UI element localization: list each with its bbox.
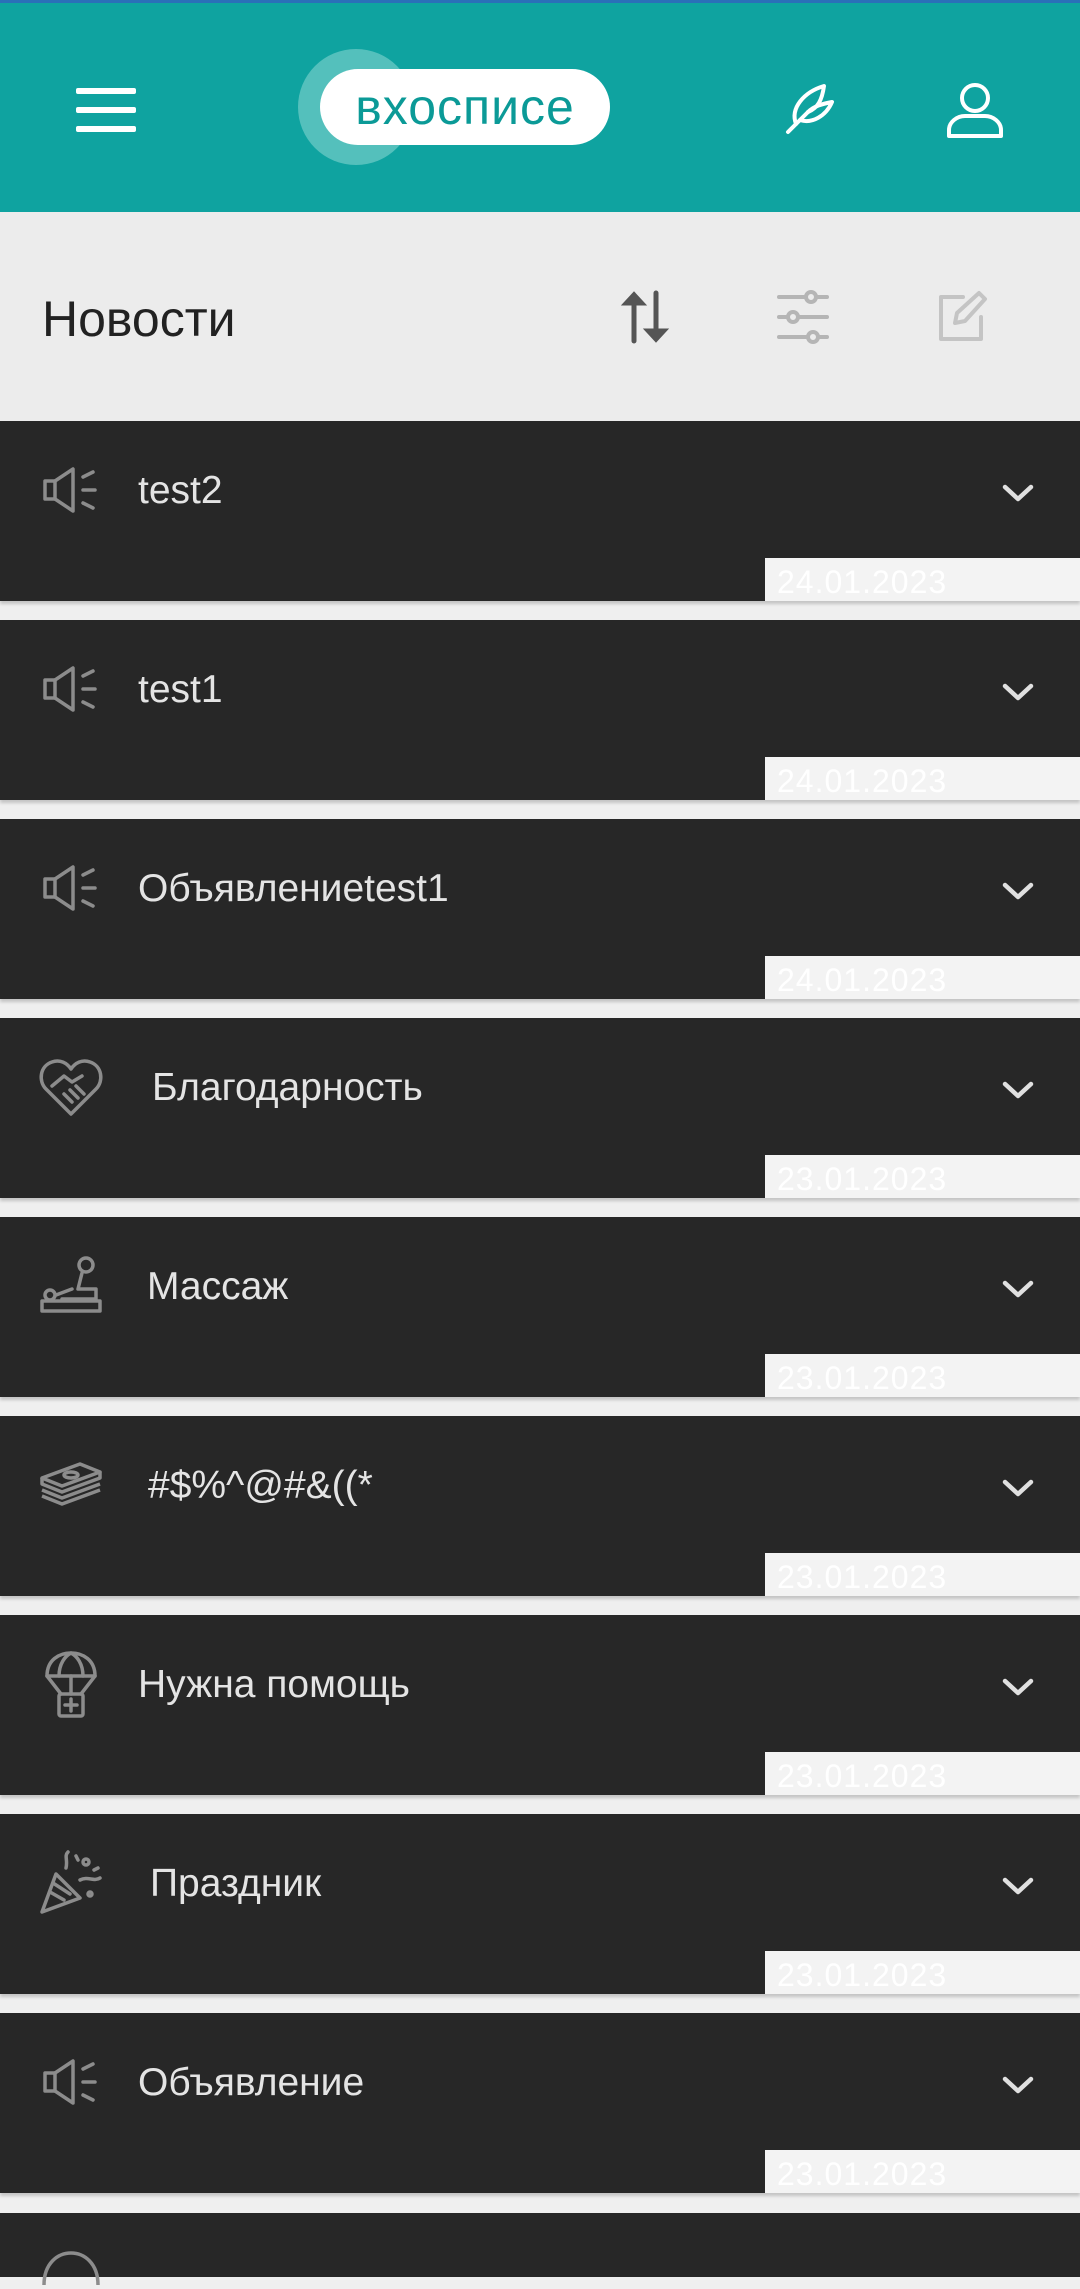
- news-date: 24.01.2023: [777, 763, 948, 799]
- date-badge: 24.01.2023: [765, 956, 1080, 999]
- news-date: 23.01.2023: [777, 2156, 948, 2192]
- news-card[interactable]: #$%^@#&((* 23.01.2023: [0, 1416, 1080, 1596]
- news-card[interactable]: Массаж 23.01.2023: [0, 1217, 1080, 1397]
- news-date: 23.01.2023: [777, 1957, 948, 1993]
- edit-icon[interactable]: [916, 272, 1006, 362]
- wish-feather-icon[interactable]: [760, 65, 860, 155]
- date-badge: 23.01.2023: [765, 2150, 1080, 2193]
- news-card[interactable]: Объявление 23.01.2023: [0, 2013, 1080, 2193]
- date-badge: 23.01.2023: [765, 1155, 1080, 1198]
- news-title: Праздник: [150, 1862, 322, 1905]
- news-date: 23.01.2023: [777, 1559, 948, 1595]
- chevron-down-icon[interactable]: [990, 2063, 1046, 2107]
- news-card-partial[interactable]: [0, 2213, 1080, 2286]
- megaphone-icon: [38, 855, 104, 921]
- date-badge: 23.01.2023: [765, 1553, 1080, 1596]
- news-title: #$%^@#&((*: [148, 1464, 373, 1507]
- news-card[interactable]: Праздник 23.01.2023: [0, 1814, 1080, 1994]
- news-title: test1: [138, 668, 223, 711]
- megaphone-icon: [38, 656, 104, 722]
- news-title: test2: [138, 469, 223, 512]
- chevron-down-icon[interactable]: [990, 1068, 1046, 1112]
- logo-text: вхосписе: [320, 69, 610, 145]
- news-date: 23.01.2023: [777, 1161, 948, 1197]
- filter-sliders-icon[interactable]: [758, 272, 848, 362]
- news-title: Объявление: [138, 2061, 365, 2104]
- chevron-down-icon[interactable]: [990, 869, 1046, 913]
- hamburger-icon[interactable]: [58, 65, 154, 155]
- news-date: 23.01.2023: [777, 1360, 948, 1396]
- date-badge: 23.01.2023: [765, 1752, 1080, 1795]
- app-logo[interactable]: вхосписе: [298, 45, 618, 169]
- date-badge: 24.01.2023: [765, 558, 1080, 601]
- heart-handshake-icon: [38, 1054, 104, 1120]
- chevron-down-icon[interactable]: [990, 1466, 1046, 1510]
- news-title: Благодарность: [152, 1066, 423, 1109]
- date-badge: 24.01.2023: [765, 757, 1080, 800]
- news-title: Объявлениеtest1: [138, 867, 449, 910]
- news-card[interactable]: Объявлениеtest1 24.01.2023: [0, 819, 1080, 999]
- news-list: test2 24.01.2023 test1 24.01.2023 Объявл…: [0, 421, 1080, 2212]
- news-card[interactable]: test1 24.01.2023: [0, 620, 1080, 800]
- parachute-help-icon: [38, 1651, 104, 1718]
- news-title: Нужна помощь: [138, 1663, 410, 1706]
- page-toolbar: Новости: [0, 212, 1080, 421]
- news-card[interactable]: Благодарность 23.01.2023: [0, 1018, 1080, 1198]
- news-date: 24.01.2023: [777, 564, 948, 600]
- chevron-down-icon[interactable]: [990, 471, 1046, 515]
- megaphone-icon: [38, 2049, 104, 2115]
- news-date: 24.01.2023: [777, 962, 948, 998]
- chevron-down-icon[interactable]: [990, 670, 1046, 714]
- card-icon-partial: [42, 2251, 100, 2286]
- chevron-down-icon[interactable]: [990, 1267, 1046, 1311]
- massage-icon: [38, 1253, 104, 1319]
- news-card[interactable]: test2 24.01.2023: [0, 421, 1080, 601]
- party-popper-icon: [38, 1850, 104, 1916]
- page-title: Новости: [42, 291, 236, 347]
- app-header: вхосписе: [0, 0, 1080, 212]
- date-badge: 23.01.2023: [765, 1354, 1080, 1397]
- chevron-down-icon[interactable]: [990, 1864, 1046, 1908]
- news-title: Массаж: [147, 1265, 289, 1308]
- money-stack-icon: [38, 1452, 104, 1518]
- news-card[interactable]: Нужна помощь 23.01.2023: [0, 1615, 1080, 1795]
- news-date: 23.01.2023: [777, 1758, 948, 1794]
- sort-icon[interactable]: [600, 272, 690, 362]
- megaphone-icon: [38, 457, 104, 523]
- user-icon[interactable]: [925, 65, 1025, 155]
- date-badge: 23.01.2023: [765, 1951, 1080, 1994]
- chevron-down-icon[interactable]: [990, 1665, 1046, 1709]
